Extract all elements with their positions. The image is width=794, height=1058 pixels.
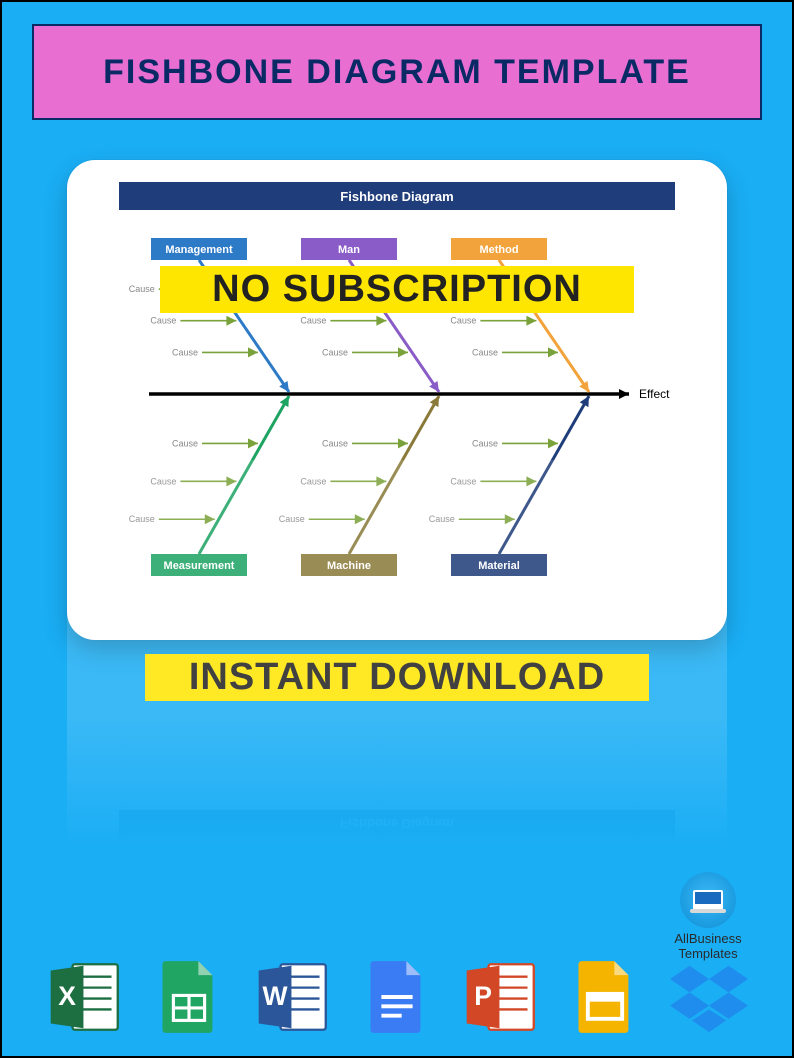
svg-text:Cause: Cause — [279, 514, 305, 524]
svg-text:Cause: Cause — [300, 476, 326, 486]
fishbone-title-bar: Fishbone Diagram — [119, 182, 675, 210]
overlay-no-subscription: NO SUBSCRIPTION — [160, 266, 634, 313]
svg-text:P: P — [474, 981, 492, 1011]
excel-icon: X — [46, 958, 124, 1036]
card-reflection: Fishbone Diagram — [67, 720, 727, 860]
brand-circle-icon — [680, 872, 736, 928]
svg-text:Cause: Cause — [150, 316, 176, 326]
docs-icon — [358, 958, 436, 1036]
preview-card-wrap: Fishbone Diagram Effect Management Cause Ca… — [67, 160, 727, 720]
svg-text:Cause: Cause — [300, 316, 326, 326]
svg-text:Cause: Cause — [172, 347, 198, 357]
svg-text:Cause: Cause — [450, 316, 476, 326]
page-outer: FISHBONE DIAGRAM TEMPLATE Fishbone Diagr… — [0, 0, 794, 1058]
dropbox-icon — [670, 958, 748, 1036]
svg-text:Cause: Cause — [129, 514, 155, 524]
format-icon-row: X W — [2, 936, 792, 1036]
svg-text:Cause: Cause — [450, 476, 476, 486]
svg-text:Machine: Machine — [327, 560, 371, 572]
laptop-icon — [693, 890, 723, 910]
svg-text:X: X — [58, 981, 76, 1011]
preview-card: Fishbone Diagram Effect Management Cause Ca… — [67, 160, 727, 640]
svg-text:Cause: Cause — [472, 347, 498, 357]
svg-text:Cause: Cause — [429, 514, 455, 524]
powerpoint-icon: P — [462, 958, 540, 1036]
slides-icon — [566, 958, 644, 1036]
page-title: FISHBONE DIAGRAM TEMPLATE — [32, 24, 762, 120]
svg-text:Material: Material — [478, 560, 520, 572]
svg-text:Cause: Cause — [472, 438, 498, 448]
fishbone-title-text: Fishbone Diagram — [340, 189, 453, 204]
svg-text:Effect: Effect — [639, 387, 670, 401]
svg-text:Method: Method — [479, 244, 518, 256]
svg-text:Man: Man — [338, 244, 360, 256]
svg-text:Measurement: Measurement — [164, 560, 235, 572]
overlay-instant-download-text: INSTANT DOWNLOAD — [189, 656, 605, 698]
svg-text:Cause: Cause — [172, 438, 198, 448]
sheets-icon — [150, 958, 228, 1036]
svg-text:Cause: Cause — [322, 347, 348, 357]
overlay-no-subscription-text: NO SUBSCRIPTION — [212, 268, 582, 310]
reflection-title: Fishbone Diagram — [340, 817, 453, 832]
svg-text:Cause: Cause — [322, 438, 348, 448]
word-icon: W — [254, 958, 332, 1036]
reflection-fade — [67, 718, 727, 868]
svg-text:Cause: Cause — [129, 284, 155, 294]
svg-text:W: W — [263, 981, 288, 1011]
page-title-text: FISHBONE DIAGRAM TEMPLATE — [103, 53, 691, 92]
overlay-instant-download: INSTANT DOWNLOAD — [145, 654, 649, 701]
svg-text:Cause: Cause — [150, 476, 176, 486]
svg-text:Management: Management — [165, 244, 233, 256]
